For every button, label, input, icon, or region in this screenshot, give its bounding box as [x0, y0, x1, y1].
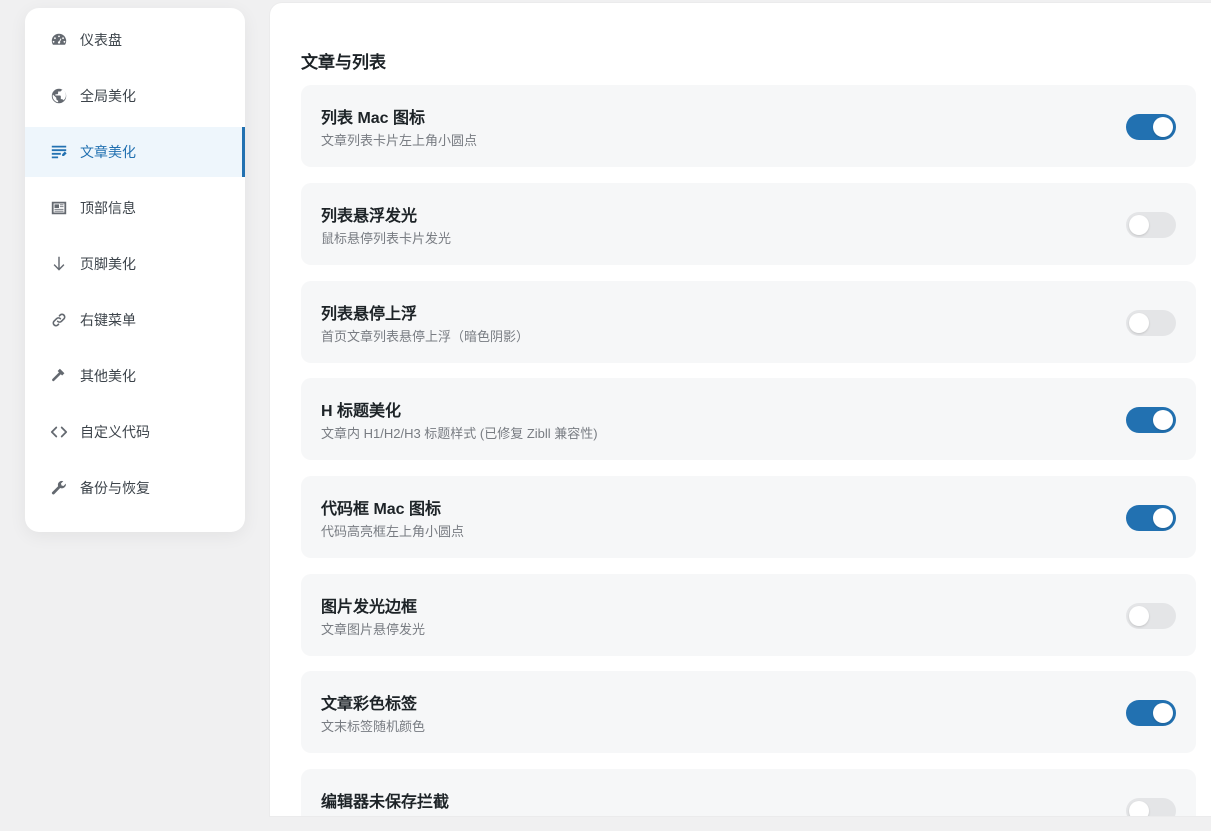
dashboard-icon — [50, 31, 68, 49]
sidebar-item-label: 其他美化 — [80, 368, 136, 384]
toggle-switch[interactable] — [1126, 310, 1176, 336]
toggle-knob — [1129, 313, 1149, 333]
setting-title: 列表悬浮发光 — [321, 208, 418, 225]
wrench-icon — [50, 479, 68, 497]
toggle-switch[interactable] — [1126, 700, 1176, 726]
sidebar-item-global[interactable]: 全局美化 — [25, 71, 245, 121]
toggle-knob — [1153, 117, 1173, 137]
sidebar-item-label: 仪表盘 — [80, 32, 122, 48]
setting-title: 列表 Mac 图标 — [321, 110, 426, 127]
setting-title: 编辑器未保存拦截 — [321, 794, 450, 811]
setting-title: 列表悬停上浮 — [321, 306, 418, 323]
toggle-switch[interactable] — [1126, 505, 1176, 531]
settings-panel: 文章与列表 列表 Mac 图标 文章列表卡片左上角小圆点 列表悬浮发光 鼠标悬停… — [270, 3, 1211, 816]
sidebar-item-label: 备份与恢复 — [80, 480, 150, 496]
toggle-switch[interactable] — [1126, 114, 1176, 140]
toggle-switch[interactable] — [1126, 798, 1176, 816]
sidebar-item-custom-code[interactable]: 自定义代码 — [25, 407, 245, 457]
toggle-switch[interactable] — [1126, 407, 1176, 433]
toggle-knob — [1129, 215, 1149, 235]
setting-description: 首页文章列表悬停上浮（暗色阴影） — [321, 329, 530, 344]
setting-description: 文末标签随机颜色 — [321, 719, 426, 734]
globe-icon — [50, 87, 68, 105]
sidebar-item-label: 自定义代码 — [80, 424, 150, 440]
setting-description: 鼠标悬停列表卡片发光 — [321, 231, 452, 246]
sidebar-item-label: 页脚美化 — [80, 256, 136, 272]
setting-card-list-hover-glow: 列表悬浮发光 鼠标悬停列表卡片发光 — [301, 183, 1196, 265]
toggle-switch[interactable] — [1126, 212, 1176, 238]
sidebar-item-context-menu[interactable]: 右键菜单 — [25, 295, 245, 345]
setting-description: 文章列表卡片左上角小圆点 — [321, 133, 478, 148]
hammer-icon — [50, 367, 68, 385]
sidebar-item-label: 右键菜单 — [80, 312, 136, 328]
setting-title: 代码框 Mac 图标 — [321, 501, 442, 518]
toggle-knob — [1129, 801, 1149, 816]
sidebar-item-label: 顶部信息 — [80, 200, 136, 216]
setting-title: 文章彩色标签 — [321, 696, 418, 713]
sidebar-item-backup[interactable]: 备份与恢复 — [25, 463, 245, 513]
toggle-knob — [1153, 508, 1173, 528]
sidebar-item-label: 全局美化 — [80, 88, 136, 104]
sidebar-item-post[interactable]: 文章美化 — [25, 127, 245, 177]
code-icon — [50, 423, 68, 441]
setting-card-list-mac-icon: 列表 Mac 图标 文章列表卡片左上角小圆点 — [301, 85, 1196, 167]
post-edit-icon — [50, 143, 68, 161]
sidebar-item-header[interactable]: 顶部信息 — [25, 183, 245, 233]
setting-title: 图片发光边框 — [321, 599, 418, 616]
sidebar-item-footer[interactable]: 页脚美化 — [25, 239, 245, 289]
setting-description: 代码高亮框左上角小圆点 — [321, 524, 465, 539]
setting-card-editor-unsaved-guard: 编辑器未保存拦截 — [301, 769, 1196, 816]
sidebar-item-other[interactable]: 其他美化 — [25, 351, 245, 401]
toggle-switch[interactable] — [1126, 603, 1176, 629]
setting-title: H 标题美化 — [321, 403, 402, 420]
setting-description: 文章图片悬停发光 — [321, 622, 426, 637]
toggle-knob — [1129, 606, 1149, 626]
setting-card-image-glow-border: 图片发光边框 文章图片悬停发光 — [301, 574, 1196, 656]
setting-description: 文章内 H1/H2/H3 标题样式 (已修复 Zibll 兼容性) — [321, 426, 598, 441]
arrow-down-icon — [50, 255, 68, 273]
setting-card-code-mac-icon: 代码框 Mac 图标 代码高亮框左上角小圆点 — [301, 476, 1196, 558]
sidebar-item-dashboard[interactable]: 仪表盘 — [25, 15, 245, 65]
id-card-icon — [50, 199, 68, 217]
sidebar-item-label: 文章美化 — [80, 144, 136, 160]
sidebar-nav: 仪表盘 全局美化 文章美化 顶部信息 页脚美化 右键菜单 其他美化 自定义代码 … — [25, 8, 245, 532]
section-title: 文章与列表 — [301, 53, 386, 72]
toggle-knob — [1153, 703, 1173, 723]
toggle-knob — [1153, 410, 1173, 430]
setting-card-colorful-tags: 文章彩色标签 文末标签随机颜色 — [301, 671, 1196, 753]
link-icon — [50, 311, 68, 329]
setting-card-list-hover-lift: 列表悬停上浮 首页文章列表悬停上浮（暗色阴影） — [301, 281, 1196, 363]
setting-card-heading-style: H 标题美化 文章内 H1/H2/H3 标题样式 (已修复 Zibll 兼容性) — [301, 378, 1196, 460]
